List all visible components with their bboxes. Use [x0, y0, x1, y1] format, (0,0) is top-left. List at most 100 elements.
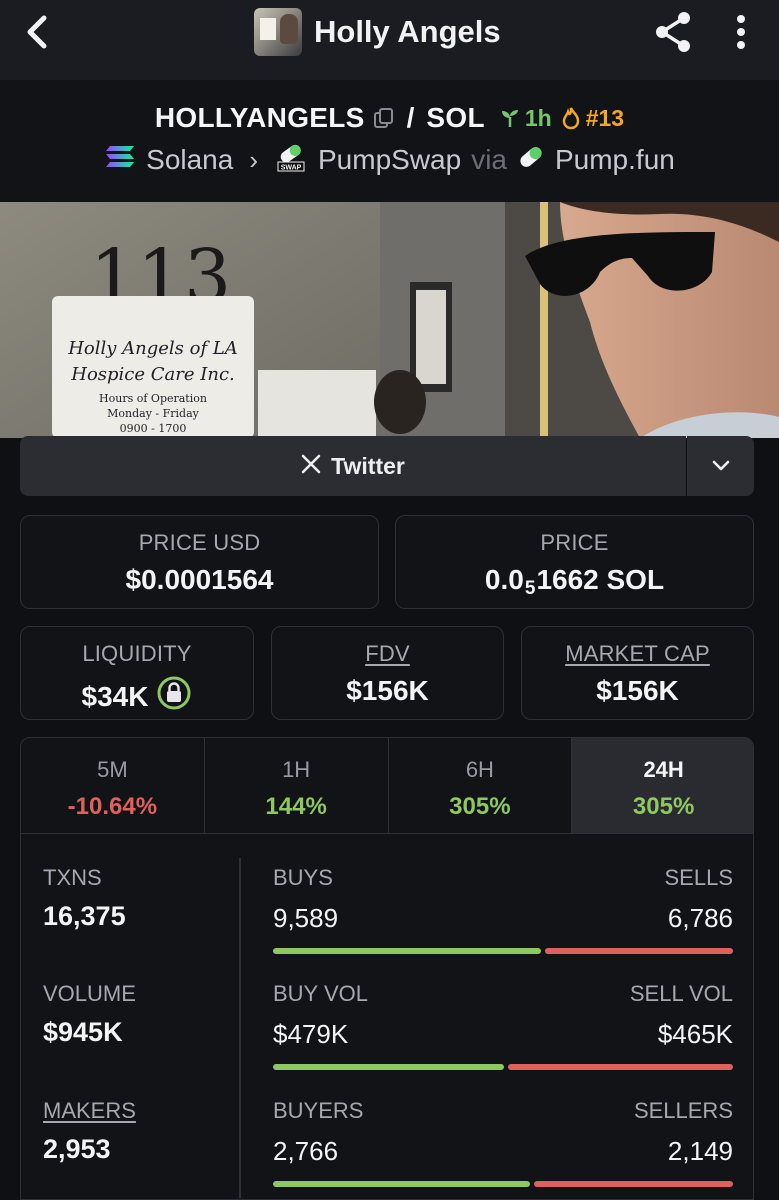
market-cap-label: MARKET CAP	[565, 641, 710, 666]
svg-text:Hospice Care Inc.: Hospice Care Inc.	[70, 364, 235, 385]
sells-value: 6,786	[667, 903, 733, 933]
more-menu-icon[interactable]	[726, 12, 756, 52]
buys-sells-bar	[273, 948, 733, 954]
quote-symbol: SOL	[426, 102, 485, 133]
buys-value: 9,589	[273, 903, 339, 933]
price-usd-value: $0.0001564	[125, 564, 274, 595]
via-label: via	[471, 144, 507, 175]
top-app-bar: Holly Angels	[0, 0, 779, 80]
txns-label: TXNS	[43, 865, 102, 890]
tab-6h-label: 6H	[465, 757, 494, 782]
solana-icon	[104, 144, 136, 177]
tab-5m[interactable]: 5M -10.64%	[21, 738, 205, 833]
pumpswap-icon: SWAP	[274, 142, 308, 179]
tab-24h[interactable]: 24H 305%	[572, 738, 753, 833]
flame-icon	[562, 107, 579, 130]
pair-separator: /	[406, 102, 415, 133]
twitter-label: Twitter	[331, 452, 405, 479]
liquidity-card: LIQUIDITY $34K	[20, 626, 254, 720]
copy-icon[interactable]	[373, 107, 395, 129]
chevron-right-icon: ›	[249, 144, 258, 175]
twitter-link-button[interactable]: Twitter	[20, 436, 686, 496]
tab-6h-change: 305%	[449, 793, 511, 820]
fdv-card[interactable]: FDV $156K	[271, 626, 504, 720]
buys-bar-fill	[273, 948, 541, 954]
tab-5m-change: -10.64%	[67, 793, 158, 820]
price-sol-card: PRICE 0.0 5 1662 SOL	[395, 515, 754, 609]
sells-label: SELLS	[664, 865, 734, 890]
buyers-sellers-split: BUYERS SELLERS 2,766 2,149	[273, 1098, 733, 1187]
liquidity-label: LIQUIDITY	[82, 641, 192, 666]
volume-stat: VOLUME $945K	[43, 981, 136, 1048]
tab-1h-label: 1H	[282, 757, 311, 782]
makers-value: 2,953	[43, 1134, 111, 1164]
sell-vol-label: SELL VOL	[629, 981, 733, 1006]
txn-stats-panel: 5M -10.64% 1H 144% 6H 305% 24H 305% TXNS…	[20, 737, 754, 1200]
svg-text:Monday - Friday: Monday - Friday	[107, 407, 200, 420]
pumpfun-icon	[517, 144, 545, 177]
price-usd-label: PRICE USD	[138, 530, 261, 555]
column-divider	[239, 858, 241, 1198]
makers-stat[interactable]: MAKERS 2,953	[43, 1098, 136, 1165]
chain-route: Solana › SWAP PumpSwap via Pump.fun	[0, 140, 779, 180]
buyers-value: 2,766	[273, 1136, 339, 1166]
buy-vol-value: $479K	[273, 1019, 349, 1049]
trending-rank-text: #13	[585, 104, 625, 131]
chevron-down-icon	[712, 460, 729, 471]
x-logo-icon	[301, 453, 321, 480]
price-sol-value: 0.0 5 1662 SOL	[396, 564, 753, 599]
buyvol-sellvol-split: BUY VOL SELL VOL $479K $465K	[273, 981, 733, 1070]
tab-1h[interactable]: 1H 144%	[205, 738, 389, 833]
chain-name[interactable]: Solana	[146, 144, 233, 176]
buys-sells-split: BUYS SELLS 9,589 6,786	[273, 865, 733, 954]
buys-label: BUYS	[273, 865, 333, 890]
page-title: Holly Angels	[314, 14, 501, 49]
buyers-bar-fill	[273, 1181, 530, 1187]
tab-24h-label: 24H	[643, 757, 684, 782]
launchpad-name[interactable]: Pump.fun	[555, 144, 675, 176]
tab-24h-change: 305%	[632, 793, 695, 820]
sellers-value: 2,149	[667, 1136, 733, 1166]
title-group: Holly Angels	[254, 6, 501, 58]
buy-vol-label: BUY VOL	[273, 981, 368, 1006]
makers-label: MAKERS	[43, 1098, 136, 1123]
sellers-label: SELLERS	[633, 1098, 733, 1123]
svg-text:0900 - 1700: 0900 - 1700	[120, 422, 187, 435]
sell-vol-value: $465K	[657, 1019, 733, 1049]
price-sol-prefix: 0.0	[484, 564, 524, 595]
txns-value: 16,375	[43, 901, 126, 931]
txns-stat: TXNS 16,375	[43, 865, 126, 932]
pair-age: 1h	[499, 105, 552, 132]
buyvol-sellvol-bar	[273, 1064, 733, 1070]
trending-rank[interactable]: #13	[560, 105, 624, 132]
sellers-bar-fill	[533, 1181, 733, 1187]
svg-text:Hours of Operation: Hours of Operation	[99, 392, 207, 405]
share-icon[interactable]	[652, 8, 696, 56]
pair-line: HOLLYANGELS / SOL 1h #13	[0, 98, 779, 138]
fdv-label: FDV	[365, 641, 410, 666]
tab-6h[interactable]: 6H 305%	[389, 738, 573, 833]
tab-1h-change: 144%	[265, 793, 327, 820]
tab-5m-label: 5M	[97, 757, 128, 782]
seedling-icon	[501, 110, 518, 127]
price-usd-card: PRICE USD $0.0001564	[20, 515, 379, 609]
svg-text:SWAP: SWAP	[281, 164, 302, 171]
market-cap-card[interactable]: MARKET CAP $156K	[521, 626, 754, 720]
price-sol-label: PRICE	[540, 530, 609, 555]
buyers-sellers-bar	[273, 1181, 733, 1187]
socials-dropdown-button[interactable]	[687, 436, 754, 496]
price-sol-suffix: 1662 SOL	[536, 564, 665, 595]
volume-value: $945K	[43, 1017, 123, 1047]
token-banner-image: 113 Holly Angels of LA Hospice Care Inc.…	[0, 202, 779, 438]
back-arrow-icon[interactable]	[20, 12, 56, 52]
sell-vol-bar-fill	[508, 1064, 733, 1070]
sells-bar-fill	[544, 948, 733, 954]
market-cap-value: $156K	[596, 675, 679, 706]
token-symbol: HOLLYANGELS	[154, 102, 365, 133]
lock-icon[interactable]	[156, 675, 192, 718]
volume-label: VOLUME	[43, 981, 136, 1006]
pair-age-text: 1h	[524, 104, 552, 131]
price-sol-zero-count: 5	[524, 578, 536, 599]
buyers-label: BUYERS	[273, 1098, 364, 1123]
dex-name[interactable]: PumpSwap	[318, 144, 461, 176]
